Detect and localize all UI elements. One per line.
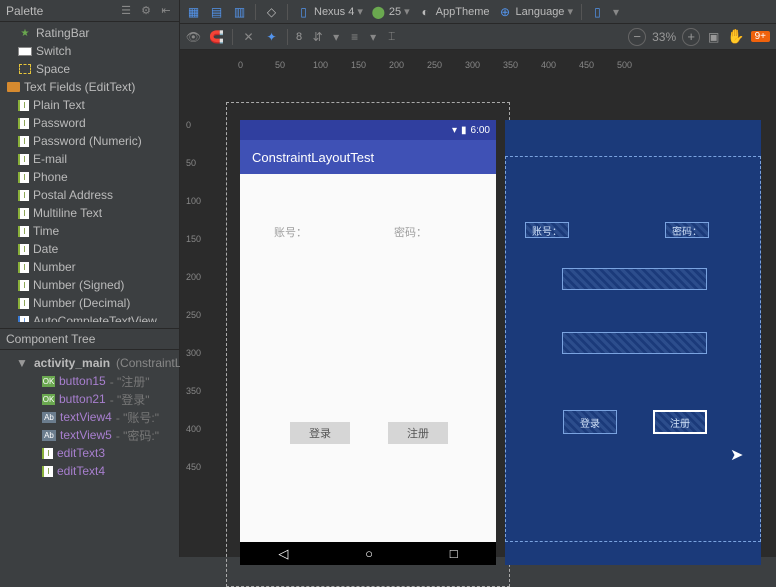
bp-register-button[interactable]: 注册 — [653, 410, 707, 434]
locale-picker[interactable]: ⊕Language▾ — [497, 3, 572, 21]
globe-icon: ⊕ — [497, 4, 512, 19]
palette-item[interactable]: IPassword — [0, 114, 179, 132]
bp-edittext4[interactable] — [562, 332, 707, 354]
main-area: ▦ ▤ ▥ ◇ ▯Nexus 4▾ ⬤25▾ ◐AppTheme ⊕Langua… — [180, 0, 776, 557]
component-tree-header: Component Tree — [0, 328, 179, 350]
zoom-out-button[interactable]: − — [628, 28, 646, 46]
tree-node-button15[interactable]: OKbutton15 - "注册" — [0, 372, 179, 390]
palette-title: Palette — [6, 4, 119, 18]
eye-icon[interactable]: 👁 — [186, 29, 201, 44]
theme-picker[interactable]: ◐AppTheme — [418, 3, 490, 21]
pack-icon[interactable]: ⇵ — [310, 29, 325, 44]
design-view-icon[interactable]: ▤ — [209, 4, 224, 19]
tree-node-edittext4[interactable]: IeditText4 — [0, 462, 179, 480]
palette-header: Palette ☰ ⚙ ⇤ — [0, 0, 179, 22]
edittext-icon: I — [42, 448, 53, 459]
left-panel: Palette ☰ ⚙ ⇤ ★RatingBar Switch Space Te… — [0, 0, 180, 557]
ruler-horizontal: 0 50 100 150 200 250 300 350 400 450 500 — [218, 60, 776, 74]
login-button[interactable]: 登录 — [290, 422, 350, 444]
palette-options-icon[interactable]: ☰ — [119, 4, 133, 18]
design-content[interactable]: 账号： 密码： 登录 注册 — [240, 174, 496, 542]
default-margin[interactable]: 8 — [296, 31, 302, 43]
bp-label-account[interactable]: 账号： — [525, 222, 569, 238]
component-tree-title: Component Tree — [6, 332, 95, 346]
api-picker[interactable]: ⬤25▾ — [371, 3, 410, 21]
textview-icon: Ab — [42, 430, 56, 441]
nav-recent-icon[interactable]: □ — [450, 546, 458, 561]
design-toolbar: 👁 🧲 ✕ ✦ 8 ⇵▾ ≡▾ ⌶ − 33% + ▣ ✋ 9+ — [180, 24, 776, 50]
status-time: 6:00 — [471, 125, 490, 136]
palette-item[interactable]: IPostal Address — [0, 186, 179, 204]
palette-item[interactable]: IPassword (Numeric) — [0, 132, 179, 150]
battery-icon: ▮ — [461, 125, 467, 136]
android-icon: ⬤ — [371, 4, 386, 19]
edittext-icon: I — [42, 466, 53, 477]
label-account[interactable]: 账号： — [274, 224, 307, 240]
palette-item[interactable]: INumber (Signed) — [0, 276, 179, 294]
warnings-badge[interactable]: 9+ — [751, 31, 770, 42]
tree-node-textview5[interactable]: AbtextView5 - "密码:" — [0, 426, 179, 444]
palette-item[interactable]: IE-mail — [0, 150, 179, 168]
clear-constraints-icon[interactable]: ✕ — [241, 29, 256, 44]
nav-home-icon[interactable]: ○ — [365, 546, 373, 561]
design-canvas[interactable]: 0 50 100 150 200 250 300 350 400 450 500… — [180, 50, 776, 557]
status-bar: ▾ ▮ 6:00 — [240, 120, 496, 140]
design-surface-icon[interactable]: ▦ — [186, 4, 201, 19]
design-preview[interactable]: ▾ ▮ 6:00 ConstraintLayoutTest 账号： 密码： 登录… — [240, 120, 496, 565]
magnet-icon[interactable]: 🧲 — [209, 29, 224, 44]
label-password[interactable]: 密码： — [394, 224, 427, 240]
palette-item[interactable]: IPlain Text — [0, 96, 179, 114]
expander-icon[interactable]: ▼ — [16, 356, 26, 370]
palette-item[interactable]: IPhone — [0, 168, 179, 186]
palette-item[interactable]: ITime — [0, 222, 179, 240]
palette-item[interactable]: IDate — [0, 240, 179, 258]
palette-item[interactable]: INumber (Decimal) — [0, 294, 179, 312]
orientation-icon[interactable]: ◇ — [264, 4, 279, 19]
blueprint-view-icon[interactable]: ▥ — [232, 4, 247, 19]
ok-icon: OK — [42, 376, 55, 387]
app-title: ConstraintLayoutTest — [252, 150, 374, 165]
palette-item-ratingbar[interactable]: ★RatingBar — [0, 24, 179, 42]
wifi-icon: ▾ — [452, 125, 457, 136]
palette-item[interactable]: IMultiline Text — [0, 204, 179, 222]
palette-category-textfields[interactable]: Text Fields (EditText) — [0, 78, 179, 96]
textview-icon: Ab — [42, 412, 56, 423]
gear-icon[interactable]: ⚙ — [139, 4, 153, 18]
zoom-in-button[interactable]: + — [682, 28, 700, 46]
zoom-level: 33% — [652, 30, 676, 44]
component-tree[interactable]: ▼ activity_main (ConstraintLayout) OKbut… — [0, 350, 179, 480]
zoom-fit-icon[interactable]: ▣ — [706, 29, 721, 44]
blueprint-preview[interactable]: 账号： 密码： 登录 注册 — [505, 120, 761, 565]
app-bar: ConstraintLayoutTest — [240, 140, 496, 174]
palette-item-switch[interactable]: Switch — [0, 42, 179, 60]
ok-icon: OK — [42, 394, 55, 405]
nav-back-icon[interactable]: ◁ — [278, 546, 288, 562]
ruler-vertical: 0 50 100 150 200 250 300 350 400 450 — [180, 90, 210, 557]
palette-item[interactable]: IAutoCompleteTextView — [0, 312, 179, 322]
infer-constraints-icon[interactable]: ✦ — [264, 29, 279, 44]
bp-login-button[interactable]: 登录 — [563, 410, 617, 434]
theme-icon: ◐ — [418, 4, 433, 19]
tree-node-edittext3[interactable]: IeditText3 — [0, 444, 179, 462]
tree-root[interactable]: ▼ activity_main (ConstraintLayout) — [0, 354, 179, 372]
bp-edittext3[interactable] — [562, 268, 707, 290]
tree-node-button21[interactable]: OKbutton21 - "登录" — [0, 390, 179, 408]
collapse-icon[interactable]: ⇤ — [159, 4, 173, 18]
tree-node-textview4[interactable]: AbtextView4 - "账号:" — [0, 408, 179, 426]
palette-item[interactable]: INumber — [0, 258, 179, 276]
device-icon: ▯ — [296, 4, 311, 19]
variant-icon[interactable]: ▯ — [590, 4, 605, 19]
palette-tree[interactable]: ★RatingBar Switch Space Text Fields (Edi… — [0, 22, 179, 322]
palette-item-space[interactable]: Space — [0, 60, 179, 78]
align-icon[interactable]: ≡ — [347, 29, 362, 44]
nav-bar: ◁ ○ □ — [240, 542, 496, 565]
pan-icon[interactable]: ✋ — [727, 28, 744, 45]
device-picker[interactable]: ▯Nexus 4▾ — [296, 3, 363, 21]
guideline-icon[interactable]: ⌶ — [384, 29, 399, 44]
bp-label-password[interactable]: 密码： — [665, 222, 709, 238]
register-button[interactable]: 注册 — [388, 422, 448, 444]
config-toolbar: ▦ ▤ ▥ ◇ ▯Nexus 4▾ ⬤25▾ ◐AppTheme ⊕Langua… — [180, 0, 776, 24]
